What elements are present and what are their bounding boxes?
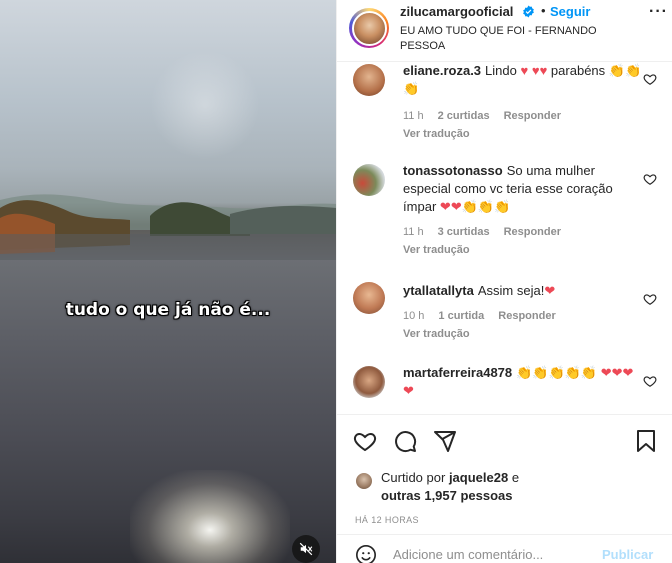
comment-item: martaferreira4878 👏👏👏👏👏 ❤❤❤❤ [337,364,672,414]
post-panel: zilucamargooficial • Seguir ··· EU AMO T… [336,0,672,563]
liker-avatar[interactable] [355,472,373,490]
profile-username[interactable]: zilucamargooficial [400,4,513,19]
comment-likes[interactable]: 3 curtidas [438,226,490,238]
comment-item: tonassotonasso So uma mulher especial com… [337,162,672,272]
see-translation-link[interactable]: Ver tradução [403,328,470,340]
post-actions [337,414,672,464]
comment-text: Assim seja!❤ [477,283,556,298]
comment-username[interactable]: eliane.roza.3 [403,63,481,78]
likes-count-link[interactable]: outras 1,957 pessoas [381,488,513,503]
profile-avatar[interactable] [349,8,389,48]
comment-likes[interactable]: 1 curtida [438,310,484,322]
reply-button[interactable]: Responder [498,310,555,322]
see-translation-link[interactable]: Ver tradução [403,244,470,256]
comment-bubble-icon[interactable] [393,429,417,453]
post-timestamp[interactable]: HÁ 12 HORAS [355,515,419,525]
comment-item: ytallatallyta Assim seja!❤ 10 h 1 curtida R… [337,282,672,342]
comment-like-heart-icon[interactable] [643,172,657,186]
reply-button[interactable]: Responder [504,226,561,238]
comment-like-heart-icon[interactable] [643,292,657,306]
publish-button[interactable]: Publicar [602,547,653,562]
post-location-subtitle[interactable]: EU AMO TUDO QUE FOI - FERNANDO PESSOA [400,24,630,54]
comment-item: eliane.roza.3 Lindo ♥ ♥♥ parabéns 👏👏👏 11 … [337,62,672,142]
like-heart-icon[interactable] [353,429,377,453]
comment-username[interactable]: tonassotonasso [403,163,503,178]
share-paper-plane-icon[interactable] [433,429,457,453]
more-options-icon[interactable]: ··· [649,3,668,21]
commenter-avatar[interactable] [353,282,385,314]
comment-time: 11 h [403,226,424,238]
follow-button[interactable]: Seguir [550,4,590,19]
video-player[interactable]: tudo o que já não é... [0,0,336,563]
landscape-hills [0,194,336,260]
video-caption: tudo o que já não é... [65,300,271,320]
liked-by-prefix: Curtido por [381,470,446,485]
comment-time: 11 h [403,110,424,122]
commenter-avatar[interactable] [353,164,385,196]
post-header: zilucamargooficial • Seguir ··· EU AMO T… [337,0,672,62]
verified-badge-icon [522,5,535,23]
liked-by: Curtido por jaquele28 e outras 1,957 pes… [355,470,655,506]
comment-like-heart-icon[interactable] [643,72,657,86]
commenter-avatar[interactable] [353,64,385,96]
comment-username[interactable]: ytallatallyta [403,283,474,298]
separator-dot: • [541,3,546,18]
reply-button[interactable]: Responder [504,110,561,122]
comment-like-heart-icon[interactable] [643,374,657,388]
comment-time: 10 h [403,310,425,322]
liker-username[interactable]: jaquele28 [449,470,508,485]
emoji-smiley-icon[interactable] [355,544,377,563]
sun-glare [150,50,260,160]
comments-list[interactable]: eliane.roza.3 Lindo ♥ ♥♥ parabéns 👏👏👏 11 … [337,62,672,414]
see-translation-link[interactable]: Ver tradução [403,128,470,140]
save-bookmark-icon[interactable] [635,429,657,453]
commenter-avatar[interactable] [353,366,385,398]
comment-username[interactable]: martaferreira4878 [403,365,512,380]
liked-by-suffix: e [511,470,520,485]
sun-reflection [130,470,290,563]
avatar-image [351,10,387,46]
comment-input[interactable]: Adicione um comentário... [393,547,543,562]
comment-likes[interactable]: 2 curtidas [438,110,490,122]
add-comment-bar: Adicione um comentário... Publicar [337,534,672,563]
muted-speaker-icon[interactable] [292,535,320,563]
